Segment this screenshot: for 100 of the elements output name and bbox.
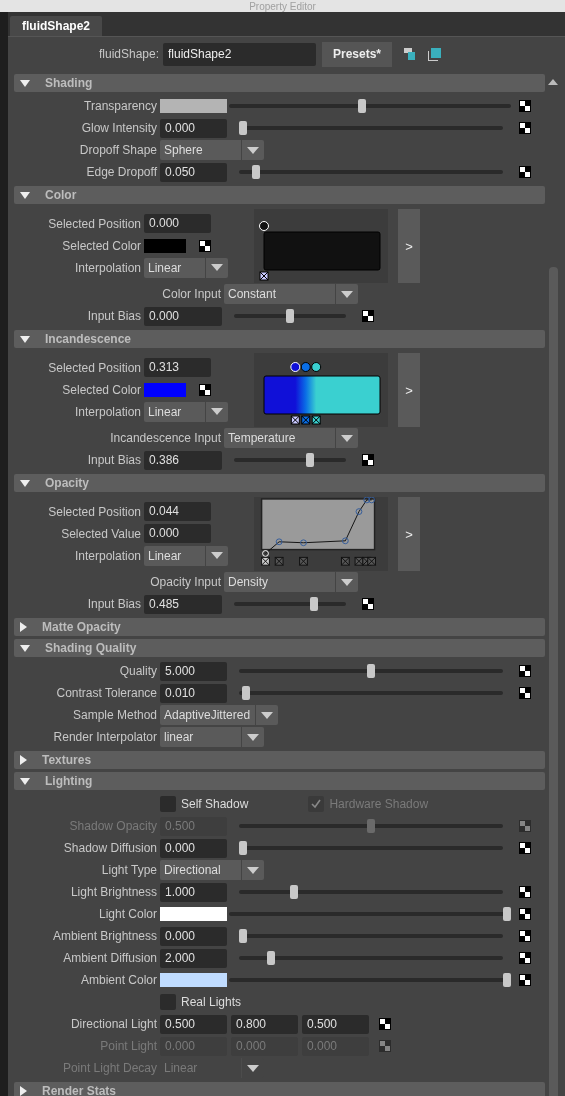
number-field[interactable]: 0.000 bbox=[144, 214, 211, 233]
slider-thumb[interactable] bbox=[309, 597, 318, 611]
delete-stop-icon[interactable] bbox=[290, 415, 300, 425]
curve-point[interactable] bbox=[363, 497, 371, 504]
map-button-icon[interactable] bbox=[519, 122, 531, 134]
number-field[interactable]: 0.044 bbox=[144, 502, 211, 521]
slider-thumb[interactable] bbox=[239, 121, 247, 135]
checkbox[interactable] bbox=[160, 994, 176, 1010]
slider[interactable] bbox=[234, 309, 346, 323]
color-swatch[interactable] bbox=[160, 973, 227, 987]
number-field[interactable]: 0.386 bbox=[144, 450, 222, 470]
map-button-icon[interactable] bbox=[519, 100, 531, 112]
slider[interactable] bbox=[239, 841, 503, 855]
slider-thumb[interactable] bbox=[367, 664, 375, 678]
slider-thumb[interactable] bbox=[251, 165, 260, 179]
tab[interactable]: fluidShape2 bbox=[10, 16, 102, 36]
color-stop-handle[interactable] bbox=[311, 362, 322, 372]
number-field[interactable]: 0.050 bbox=[160, 162, 227, 182]
slider[interactable] bbox=[239, 929, 503, 943]
color-stop-handle[interactable] bbox=[300, 362, 311, 372]
slider[interactable] bbox=[239, 664, 503, 678]
delete-point-icon[interactable] bbox=[261, 556, 270, 566]
section-header[interactable]: Matte Opacity bbox=[14, 618, 545, 636]
color-swatch[interactable] bbox=[160, 99, 227, 113]
delete-stop-icon[interactable] bbox=[311, 415, 321, 425]
slider-thumb[interactable] bbox=[286, 309, 294, 323]
presets-button[interactable]: Presets* bbox=[322, 41, 392, 67]
map-button-icon[interactable] bbox=[199, 239, 211, 252]
number-field[interactable]: 0.000 bbox=[144, 524, 211, 543]
map-button-icon[interactable] bbox=[519, 687, 531, 699]
map-button-icon[interactable] bbox=[519, 930, 531, 942]
section-header[interactable]: Textures bbox=[14, 751, 545, 769]
slider-thumb[interactable] bbox=[239, 929, 247, 943]
map-button-icon[interactable] bbox=[379, 1018, 391, 1030]
slider-thumb[interactable] bbox=[290, 885, 299, 899]
dropdown[interactable]: Linear bbox=[144, 401, 228, 422]
map-button-icon[interactable] bbox=[362, 598, 374, 610]
number-field[interactable]: 0.000 bbox=[160, 926, 227, 946]
map-button-icon[interactable] bbox=[199, 383, 211, 396]
copy-icon[interactable] bbox=[428, 47, 441, 61]
map-button-icon[interactable] bbox=[362, 310, 374, 322]
expand-ramp-button[interactable]: > bbox=[398, 353, 420, 427]
slider[interactable] bbox=[229, 907, 511, 921]
map-button-icon[interactable] bbox=[519, 974, 531, 986]
slider-thumb[interactable] bbox=[267, 951, 276, 965]
map-button-icon[interactable] bbox=[519, 908, 531, 920]
section-header[interactable]: Opacity bbox=[14, 474, 545, 492]
color-swatch[interactable] bbox=[144, 238, 186, 253]
section-header[interactable]: Shading bbox=[14, 74, 545, 92]
number-field[interactable]: 0.800 bbox=[231, 1014, 298, 1034]
color-swatch[interactable] bbox=[160, 907, 227, 921]
dropdown[interactable]: Linear bbox=[144, 545, 228, 566]
layers-icon[interactable] bbox=[404, 48, 416, 60]
map-button-icon[interactable] bbox=[519, 842, 531, 854]
dropdown[interactable]: AdaptiveJittered bbox=[160, 705, 278, 725]
expand-ramp-button[interactable]: > bbox=[398, 497, 420, 571]
section-header[interactable]: Shading Quality bbox=[14, 639, 545, 657]
slider[interactable] bbox=[239, 165, 503, 179]
checkbox[interactable] bbox=[160, 796, 176, 812]
dropdown[interactable]: Density bbox=[224, 572, 358, 592]
slider[interactable] bbox=[239, 951, 503, 965]
number-field[interactable]: 1.000 bbox=[160, 882, 227, 902]
expand-ramp-button[interactable]: > bbox=[398, 209, 420, 283]
number-field[interactable]: 5.000 bbox=[160, 661, 227, 681]
slider[interactable] bbox=[239, 885, 503, 899]
curve-point[interactable] bbox=[300, 539, 307, 547]
slider[interactable] bbox=[234, 597, 346, 611]
section-header[interactable]: Color bbox=[14, 186, 545, 204]
color-swatch[interactable] bbox=[144, 382, 186, 397]
number-field[interactable]: 2.000 bbox=[160, 948, 227, 968]
number-field[interactable]: 0.000 bbox=[144, 306, 222, 326]
dropdown[interactable]: Directional bbox=[160, 860, 264, 880]
section-header[interactable]: Lighting bbox=[14, 772, 545, 790]
slider-thumb[interactable] bbox=[241, 686, 250, 700]
slider-thumb[interactable] bbox=[239, 841, 247, 855]
map-button-icon[interactable] bbox=[519, 952, 531, 964]
slider[interactable] bbox=[239, 686, 503, 700]
number-field[interactable]: 0.485 bbox=[144, 594, 222, 614]
dropdown[interactable]: Linear bbox=[144, 257, 228, 278]
curve-point[interactable] bbox=[355, 508, 363, 515]
map-button-icon[interactable] bbox=[519, 166, 531, 178]
section-header[interactable]: Incandescence bbox=[14, 330, 545, 348]
text-field[interactable]: fluidShape2 bbox=[163, 42, 316, 66]
number-field[interactable]: 0.010 bbox=[160, 683, 227, 703]
gradient-ramp[interactable] bbox=[263, 375, 381, 415]
slider[interactable] bbox=[239, 819, 503, 833]
slider-thumb[interactable] bbox=[503, 973, 511, 987]
map-button-icon[interactable] bbox=[519, 665, 531, 677]
dropdown[interactable]: Sphere bbox=[160, 140, 264, 160]
slider[interactable] bbox=[239, 121, 503, 135]
slider-thumb[interactable] bbox=[357, 99, 366, 113]
slider[interactable] bbox=[234, 453, 346, 467]
number-field[interactable]: 0.500 bbox=[160, 1014, 227, 1034]
section-header[interactable]: Render Stats bbox=[14, 1082, 545, 1096]
map-button-icon[interactable] bbox=[519, 886, 531, 898]
number-field[interactable]: 0.313 bbox=[144, 358, 211, 377]
dropdown[interactable]: Temperature bbox=[224, 428, 358, 448]
curve-point[interactable] bbox=[368, 497, 376, 504]
delete-stop-icon[interactable] bbox=[259, 271, 269, 281]
number-field[interactable]: 0.500 bbox=[302, 1014, 369, 1034]
